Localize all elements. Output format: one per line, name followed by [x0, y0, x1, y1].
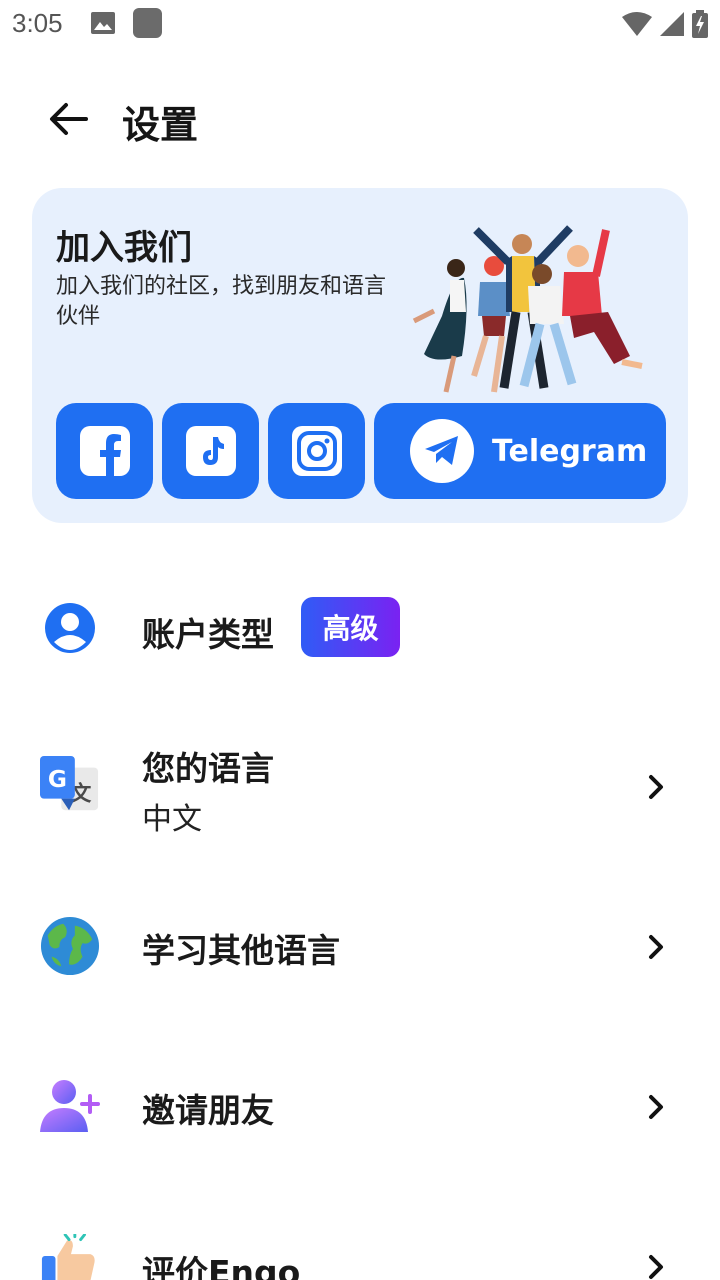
- instagram-icon: [291, 426, 342, 476]
- battery-charging-icon: [692, 10, 708, 38]
- app-icon: [133, 8, 162, 38]
- add-user-icon: [40, 1076, 100, 1136]
- header: 设置: [0, 82, 720, 158]
- arrow-left-icon: [50, 103, 88, 135]
- chevron-right-icon: [649, 1255, 663, 1279]
- signal-icon: [660, 12, 684, 36]
- thumbs-up-icon: [40, 1234, 100, 1280]
- facebook-icon: [79, 426, 130, 476]
- rate-app-row[interactable]: 评价Engo: [0, 1226, 720, 1280]
- invite-friends-label: 邀请朋友: [142, 1091, 274, 1130]
- learn-other-language-label: 学习其他语言: [142, 931, 340, 970]
- tiktok-button[interactable]: [162, 403, 259, 499]
- user-circle-icon: [40, 598, 100, 658]
- back-button[interactable]: [42, 96, 94, 142]
- facebook-button[interactable]: [56, 403, 153, 499]
- account-type-label: 账户类型: [142, 615, 274, 654]
- page-title: 设置: [122, 103, 199, 147]
- join-us-description: 加入我们的社区，找到朋友和语言伙伴: [56, 274, 387, 329]
- invite-friends-row[interactable]: 邀请朋友: [0, 1066, 720, 1148]
- learn-other-language-row[interactable]: 学习其他语言: [0, 906, 720, 988]
- instagram-button[interactable]: [268, 403, 365, 499]
- join-us-title: 加入我们: [56, 228, 192, 268]
- your-language-value: 中文: [142, 802, 202, 837]
- wifi-icon: [622, 12, 652, 36]
- tiktok-icon: [185, 426, 236, 476]
- svg-text:G: G: [48, 766, 67, 793]
- status-time: 3:05: [12, 8, 63, 38]
- premium-badge: 高级: [301, 597, 400, 657]
- your-language-label: 您的语言: [142, 749, 274, 788]
- globe-icon: [40, 916, 100, 976]
- social-buttons: Telegram: [56, 403, 666, 499]
- chevron-right-icon: [649, 935, 663, 959]
- your-language-row[interactable]: 文 G 您的语言 中文: [0, 730, 720, 842]
- join-us-card: 加入我们 加入我们的社区，找到朋友和语言伙伴 Telegram: [32, 188, 688, 523]
- telegram-icon: [425, 436, 458, 465]
- chevron-right-icon: [649, 775, 663, 799]
- telegram-button[interactable]: Telegram: [374, 403, 666, 499]
- rate-app-label: 评价Engo: [142, 1253, 301, 1280]
- image-icon: [91, 12, 115, 34]
- google-translate-icon: 文 G: [40, 756, 100, 816]
- group-of-friends-illustration: [412, 225, 643, 393]
- chevron-right-icon: [649, 1095, 663, 1119]
- telegram-label: Telegram: [492, 433, 648, 469]
- status-bar: 3:05: [0, 0, 720, 50]
